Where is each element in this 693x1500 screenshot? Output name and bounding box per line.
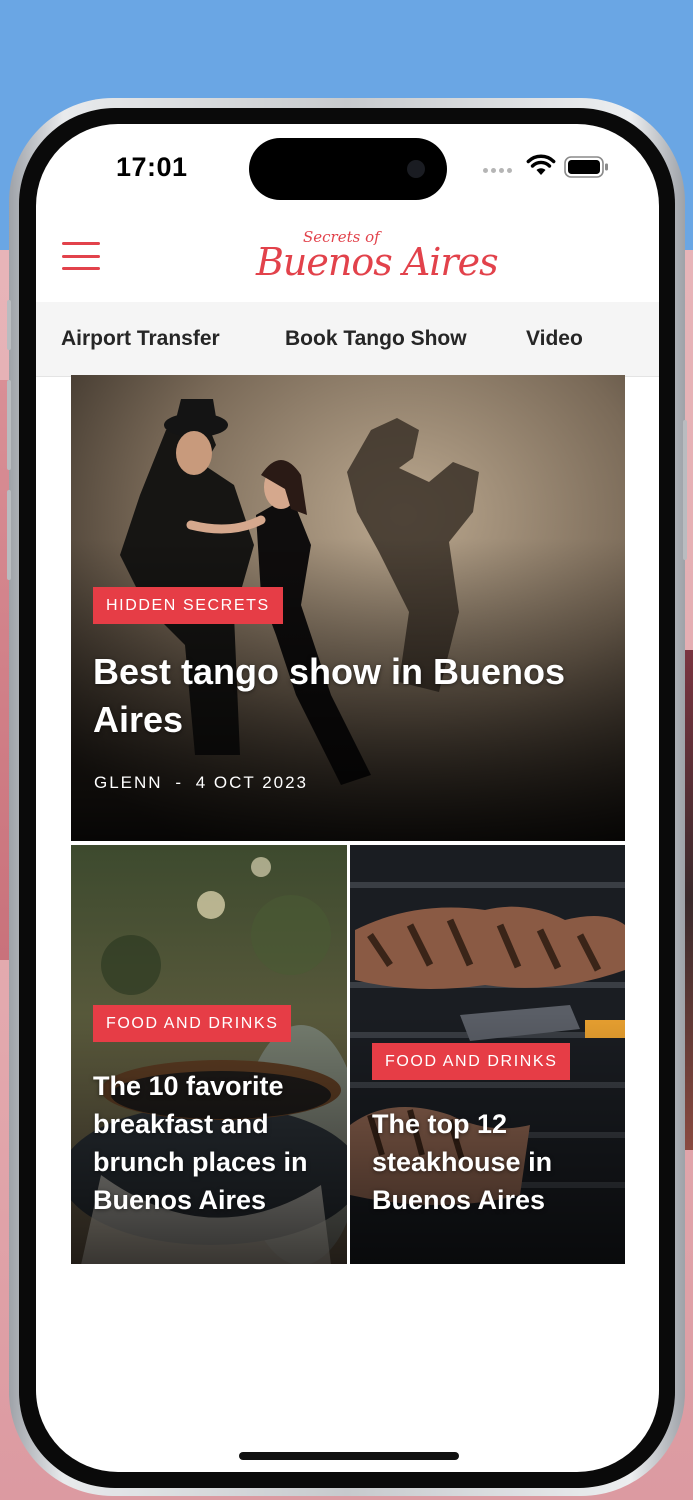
dynamic-island (249, 138, 447, 200)
phone-power-button (683, 420, 687, 560)
article-card-steakhouse[interactable]: FOOD AND DRINKS The top 12 steakhouse in… (350, 845, 625, 1264)
wifi-icon (526, 154, 556, 175)
phone-volume-up (7, 380, 11, 470)
nav-item-airport-transfer[interactable]: Airport Transfer (61, 327, 220, 351)
phone-mute-switch (7, 300, 11, 350)
article-meta: GLENN - 4 OCT 2023 (94, 773, 308, 793)
article-title[interactable]: Best tango show in Buenos Aires (93, 648, 593, 744)
category-badge[interactable]: FOOD AND DRINKS (372, 1043, 571, 1080)
front-camera (407, 160, 425, 178)
battery-icon (564, 156, 608, 178)
phone-volume-down (7, 490, 11, 580)
featured-article-card[interactable]: HIDDEN SECRETS Best tango show in Buenos… (71, 375, 625, 841)
category-badge[interactable]: FOOD AND DRINKS (93, 1005, 292, 1042)
site-logo[interactable]: Secrets of Buenos Aires (246, 228, 499, 288)
nav-item-book-tango-show[interactable]: Book Tango Show (285, 327, 467, 351)
nav-item-video[interactable]: Video (526, 327, 583, 351)
hamburger-menu-icon[interactable] (62, 242, 100, 270)
status-time: 17:01 (116, 152, 188, 182)
category-nav: Airport Transfer Book Tango Show Video (36, 302, 659, 377)
article-author[interactable]: GLENN (94, 773, 163, 792)
article-title[interactable]: The top 12 steakhouse in Buenos Aires (372, 1105, 622, 1219)
article-title[interactable]: The 10 favorite breakfast and brunch pla… (93, 1067, 343, 1219)
cellular-signal-icon (483, 168, 512, 173)
meta-separator: - (175, 773, 183, 792)
logo-big-text: Buenos Aires (256, 240, 499, 284)
home-indicator[interactable] (239, 1452, 459, 1460)
phone-screen: 17:01 Secrets of Buenos Aires Airport Tr… (36, 124, 659, 1472)
article-card-breakfast[interactable]: FOOD AND DRINKS The 10 favorite breakfas… (71, 845, 347, 1264)
category-badge[interactable]: HIDDEN SECRETS (93, 587, 283, 624)
article-date: 4 OCT 2023 (195, 773, 309, 792)
